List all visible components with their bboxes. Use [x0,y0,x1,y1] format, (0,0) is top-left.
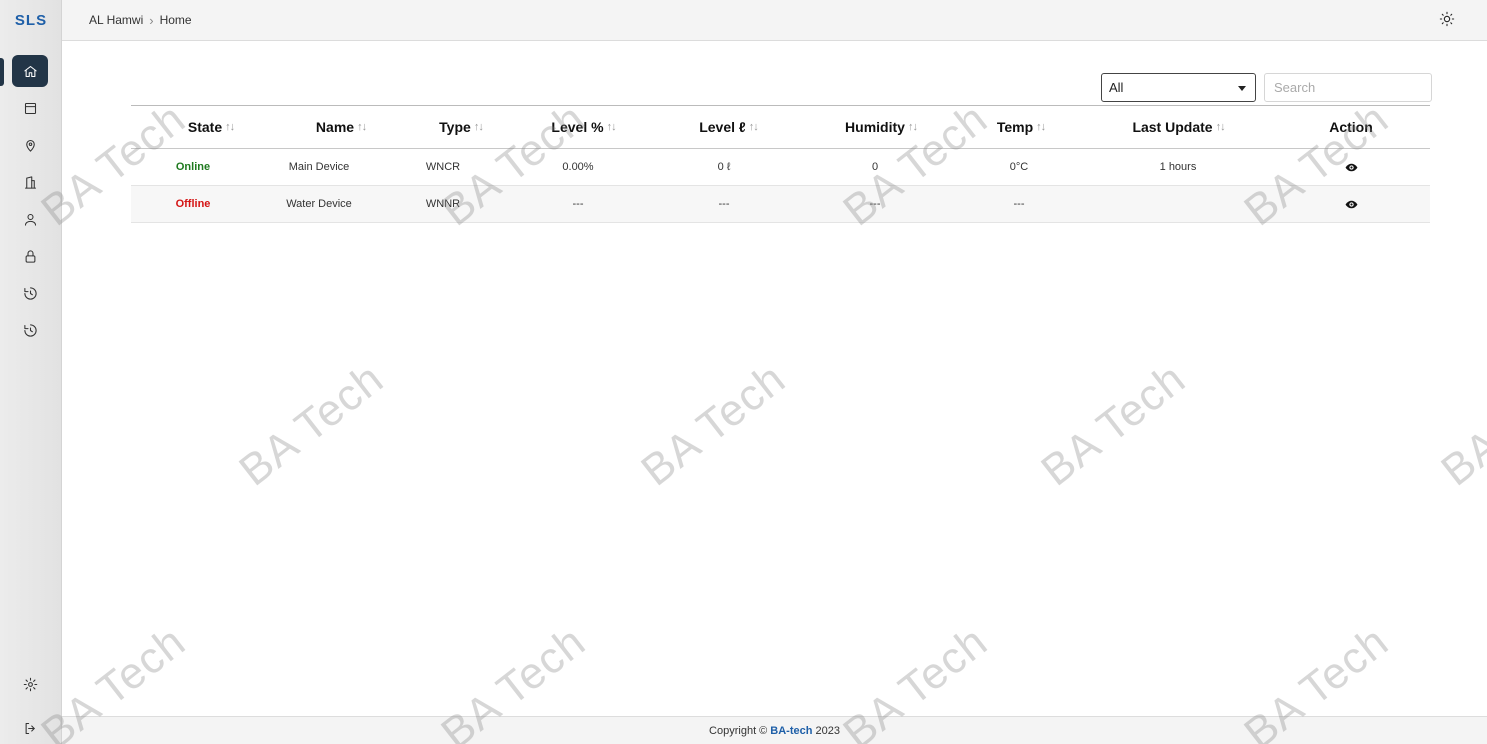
column-header-label: Temp [996,119,1034,135]
table-row[interactable]: Offline Water Device WNNR --- --- --- --… [131,186,1430,223]
device-type: WNNR [425,198,461,210]
column-header-label: Humidity [845,119,905,135]
nav-history[interactable] [12,277,48,309]
sidebar: SLS [0,0,62,744]
nav-logout[interactable] [12,712,48,744]
location-pin-icon [25,139,35,152]
column-header-type[interactable]: Type ↑↓ [411,106,511,148]
last-update-value [1128,186,1228,222]
humidity-value: --- [869,198,881,210]
sun-icon [1439,11,1455,27]
footer: Copyright © BA-tech 2023 [62,716,1487,744]
history-alt-icon [23,323,37,337]
level-percent: 0.00% [562,161,594,173]
view-device-button[interactable] [1331,186,1371,222]
status-badge: Offline [175,198,211,210]
active-nav-marker [0,58,4,86]
home-icon [23,65,37,77]
devices-icon [24,102,36,114]
theme-toggle-button[interactable] [1439,11,1457,29]
humidity-value: 0 [871,161,879,173]
eye-icon [1345,163,1357,171]
devices-table: State ↑↓ Name ↑↓ Type ↑↓ Level % ↑↓ Level ℓ ↑… [131,105,1430,223]
device-name: Water Device [286,198,352,210]
nav-home[interactable] [12,55,48,87]
state-filter-value: All [1109,80,1124,95]
logout-icon [25,722,35,734]
search-input[interactable] [1264,73,1432,102]
column-header-label: State [187,119,223,135]
column-header-state[interactable]: State ↑↓ [151,106,271,148]
table-header-row: State ↑↓ Name ↑↓ Type ↑↓ Level % ↑↓ Level ℓ ↑… [131,106,1430,149]
temp-value: --- [1013,198,1025,210]
nav-logs[interactable] [12,314,48,346]
breadcrumb-item-account[interactable]: AL Hamwi [89,13,143,27]
nav-buildings[interactable] [12,166,48,198]
level-liters: 0 ℓ [717,161,731,173]
settings-icon [23,677,37,691]
watermark-text: BA Tech [230,353,393,496]
column-header-humidity[interactable]: Humidity ↑↓ [811,106,951,148]
history-icon [23,286,37,300]
nav-settings[interactable] [12,668,48,700]
sort-icon: ↑↓ [225,121,235,133]
nav-users[interactable] [12,203,48,235]
column-header-level-percent[interactable]: Level % ↑↓ [521,106,646,148]
nav-devices[interactable] [12,92,48,124]
sort-icon: ↑↓ [907,121,918,133]
status-badge: Online [175,161,211,173]
top-bar: AL Hamwi › Home [62,0,1487,41]
device-type: WNCR [425,161,461,173]
column-header-label: Last Update [1132,119,1213,135]
watermark-text: BA Tech [1432,354,1487,496]
level-percent: --- [572,198,584,210]
user-icon [24,213,36,226]
watermark-text: BA Tech [632,353,795,496]
sort-icon: ↑↓ [606,121,617,133]
column-header-label: Level % [551,119,604,135]
column-header-name[interactable]: Name ↑↓ [271,106,411,148]
column-header-label: Action [1329,119,1373,135]
caret-down-icon [1238,86,1246,91]
chevron-right-icon: › [149,12,154,28]
nav-permissions[interactable] [12,240,48,272]
column-header-label: Name [315,119,355,135]
eye-icon [1345,200,1357,208]
lock-icon [25,249,35,263]
device-name: Main Device [288,161,350,173]
level-liters: --- [718,198,730,210]
brand-link[interactable]: BA-tech [770,725,812,737]
temp-value: 0°C [1009,161,1029,173]
table-row[interactable]: Online Main Device WNCR 0.00% 0 ℓ 0 0°C … [131,149,1430,186]
copyright-text: Copyright © [709,724,768,737]
view-device-button[interactable] [1331,149,1371,185]
copyright-year: 2023 [815,724,840,737]
breadcrumb: AL Hamwi › Home [89,13,192,28]
sort-icon: ↑↓ [1036,121,1046,133]
sort-icon: ↑↓ [748,121,759,133]
column-header-action: Action [1291,106,1411,148]
sort-icon: ↑↓ [473,121,484,133]
column-header-label: Level ℓ [699,119,746,135]
building-icon [24,175,36,189]
nav-locations[interactable] [12,129,48,161]
column-header-last-update[interactable]: Last Update ↑↓ [1091,106,1266,148]
column-header-level-liters[interactable]: Level ℓ ↑↓ [666,106,791,148]
last-update-value: 1 hours [1159,161,1197,173]
watermark-text: BA Tech [1032,353,1195,496]
column-header-temp[interactable]: Temp ↑↓ [966,106,1076,148]
column-header-label: Type [439,119,471,135]
sort-icon: ↑↓ [1215,121,1226,133]
sort-icon: ↑↓ [357,121,367,133]
breadcrumb-item-home: Home [159,13,192,27]
app-logo[interactable]: SLS [0,0,62,40]
state-filter-select[interactable]: All [1101,73,1256,102]
